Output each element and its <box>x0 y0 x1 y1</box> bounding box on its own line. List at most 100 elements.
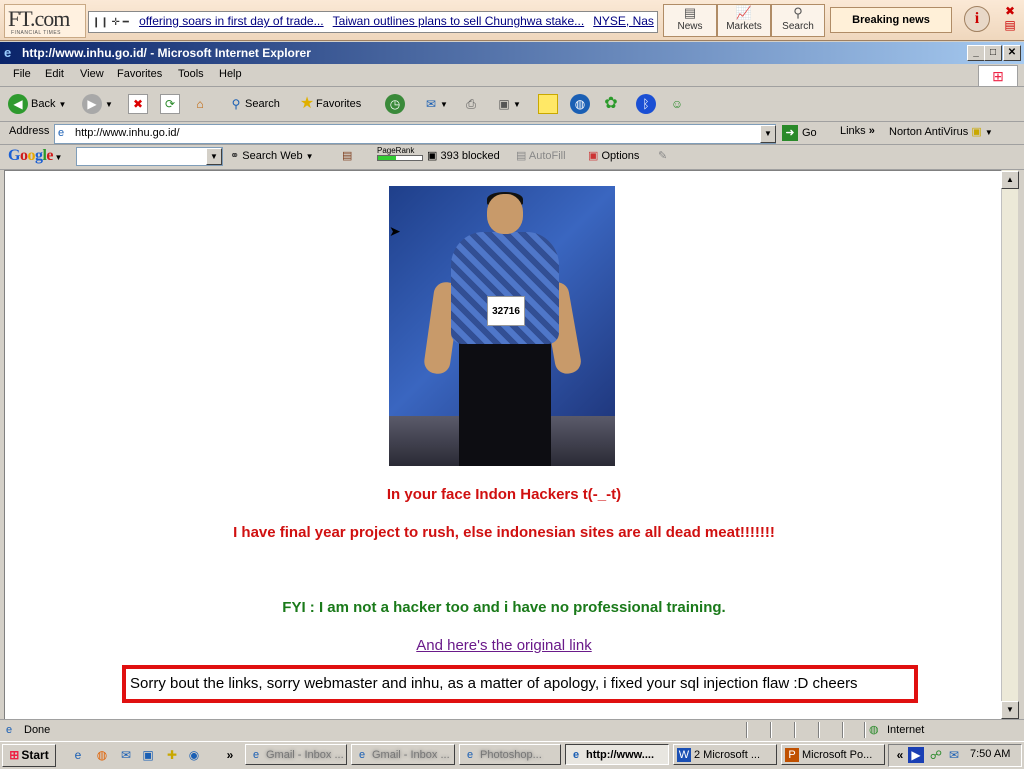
dropdown-arrow-icon[interactable]: ▼ <box>440 100 448 109</box>
autofill-button[interactable]: ▤ AutoFill <box>516 149 566 162</box>
messenger-button[interactable]: ☺ <box>668 93 686 115</box>
mail-tray-icon[interactable]: ✉ <box>946 747 962 763</box>
refresh-button[interactable]: ⟳ <box>160 93 180 115</box>
taskbar-item-active[interactable]: e http://www.... <box>565 744 669 765</box>
ticker-item[interactable]: Taiwan outlines plans to sell Chunghwa s… <box>333 12 584 31</box>
outlook-quicklaunch-icon[interactable]: ✉ <box>118 747 134 763</box>
ft-logo[interactable]: FT.com FINANCIAL TIMES <box>4 4 86 38</box>
cross-quicklaunch-icon[interactable]: ✚ <box>164 747 180 763</box>
history-button[interactable]: ◷ <box>385 93 408 115</box>
media-icon[interactable]: ▶ <box>908 747 924 763</box>
ie-quicklaunch-icon[interactable]: e <box>70 747 86 763</box>
menu-file[interactable]: File <box>13 68 31 80</box>
edit-button[interactable]: ▣ ▼ <box>495 93 521 115</box>
google-search-dropdown[interactable]: ▼ <box>206 148 222 165</box>
search-button[interactable]: ⚲ Search <box>227 93 280 115</box>
pagerank-label: PageRank <box>377 146 415 155</box>
info-icon[interactable]: i <box>964 6 990 32</box>
norton-antivirus-button[interactable]: Norton AntiVirus ▣ ▼ <box>889 125 993 138</box>
network-icon[interactable]: ☍ <box>928 747 944 763</box>
clock[interactable]: 7:50 AM <box>970 748 1010 760</box>
icq-button[interactable]: ✿ <box>602 93 620 115</box>
status-text: Done <box>24 724 51 736</box>
menu-tools[interactable]: Tools <box>178 68 204 80</box>
minimize-button[interactable]: _ <box>967 45 985 61</box>
forward-button[interactable]: ▶ ▼ <box>82 93 113 115</box>
address-input[interactable]: e http://www.inhu.go.id/ <box>54 124 776 144</box>
note-button[interactable] <box>538 93 558 115</box>
photo-pants <box>459 336 551 466</box>
maximize-button[interactable]: □ <box>984 45 1002 61</box>
back-button[interactable]: ◀ Back ▼ <box>8 93 66 115</box>
globe-button[interactable]: ◍ <box>570 93 593 115</box>
dropdown-arrow-icon[interactable]: ▼ <box>105 100 113 109</box>
tray-expand-icon[interactable]: « <box>892 747 908 763</box>
firefox-quicklaunch-icon[interactable]: ◍ <box>94 747 110 763</box>
links-button[interactable]: Links » <box>840 125 875 137</box>
close-icon[interactable]: ✖ ▤ <box>1000 4 1020 34</box>
taskbar-item[interactable]: e Photoshop... <box>459 744 561 765</box>
start-button[interactable]: ⊞ Start <box>2 744 56 767</box>
menu-view[interactable]: View <box>80 68 104 80</box>
taskbar-item[interactable]: e Gmail - Inbox ... <box>351 744 455 765</box>
address-dropdown-arrow[interactable]: ▼ <box>760 125 776 143</box>
options-button[interactable]: ▣ Options <box>588 149 639 162</box>
go-button[interactable]: ➜ Go <box>782 124 817 142</box>
highlighter-icon[interactable]: ✎ <box>658 149 667 162</box>
media-player-quicklaunch-icon[interactable]: ◉ <box>186 747 202 763</box>
original-link[interactable]: And here's the original link <box>5 637 1003 654</box>
scroll-up-button[interactable]: ▲ <box>1001 171 1019 189</box>
home-button[interactable]: ⌂ <box>191 93 209 115</box>
apology-box: Sorry bout the links, sorry webmaster an… <box>122 665 918 703</box>
bluetooth-button[interactable]: ᛒ <box>636 93 659 115</box>
mail-button[interactable]: ✉ ▼ <box>422 93 448 115</box>
mail-icon: ✉ <box>425 97 437 112</box>
home-icon: ⌂ <box>196 97 204 112</box>
menu-edit[interactable]: Edit <box>45 68 64 80</box>
print-button[interactable]: ⎙ <box>462 93 480 115</box>
news-ticker[interactable]: ❙❙ ✛ ━ offering soars in first day of tr… <box>88 11 658 33</box>
ticker-item[interactable]: offering soars in first day of trade... <box>139 12 324 31</box>
security-zone[interactable]: ◍ Internet <box>869 723 924 737</box>
close-button[interactable]: ✕ <box>1003 45 1021 61</box>
search-web-button[interactable]: ⚭ Search Web ▼ <box>230 149 314 162</box>
taskbar-item[interactable]: e Gmail - Inbox ... <box>245 744 347 765</box>
pagerank-fill <box>378 156 396 160</box>
norton-label: Norton AntiVirus <box>889 126 969 138</box>
favorites-button[interactable]: ★ Favorites <box>298 93 361 115</box>
taskbar-item[interactable]: P Microsoft Po... <box>781 744 885 765</box>
menu-help[interactable]: Help <box>219 68 242 80</box>
breaking-news-button[interactable]: Breaking news <box>830 7 952 33</box>
menu-favorites[interactable]: Favorites <box>117 68 162 80</box>
ft-markets-button[interactable]: 📈 Markets <box>717 4 771 37</box>
dropdown-arrow-icon[interactable]: ▼ <box>59 100 67 109</box>
status-divider <box>770 722 772 738</box>
news-icon: ▤ <box>683 5 697 20</box>
ticker-item[interactable]: NYSE, Nas <box>593 12 654 31</box>
pagerank-indicator[interactable]: PageRank <box>377 146 423 161</box>
back-arrow-icon: ◀ <box>8 94 28 115</box>
browser-icon: e <box>466 749 474 761</box>
taskbar-item-label: Gmail - Inbox ... <box>266 749 344 761</box>
news-button[interactable]: ▤ <box>342 149 352 162</box>
popup-blocker-button[interactable]: ▣ 393 blocked <box>427 149 500 162</box>
google-logo[interactable]: Google ▼ <box>8 147 62 165</box>
quicklaunch-more-icon[interactable]: » <box>222 747 238 763</box>
status-divider <box>746 722 748 738</box>
desktop-quicklaunch-icon[interactable]: ▣ <box>140 747 156 763</box>
vertical-scrollbar[interactable] <box>1001 170 1018 718</box>
ft-search-button[interactable]: ⚲ Search <box>771 4 825 37</box>
photo-head <box>487 194 523 234</box>
history-icon: ◷ <box>385 94 405 115</box>
ticker-controls[interactable]: ❙❙ ✛ ━ <box>89 17 136 28</box>
stop-button[interactable]: ✖ <box>128 93 148 115</box>
ft-news-button[interactable]: ▤ News <box>663 4 717 37</box>
scroll-down-button[interactable]: ▼ <box>1001 701 1019 719</box>
dropdown-arrow-icon[interactable]: ▼ <box>306 152 314 161</box>
dropdown-arrow-icon[interactable]: ▼ <box>513 100 521 109</box>
dropdown-arrow-icon[interactable]: ▼ <box>985 128 993 137</box>
taskbar-item[interactable]: W2 Microsoft ... <box>673 744 777 765</box>
address-value[interactable]: http://www.inhu.go.id/ <box>75 127 180 139</box>
go-arrow-icon: ➜ <box>782 125 798 142</box>
google-search-input[interactable] <box>76 147 223 166</box>
